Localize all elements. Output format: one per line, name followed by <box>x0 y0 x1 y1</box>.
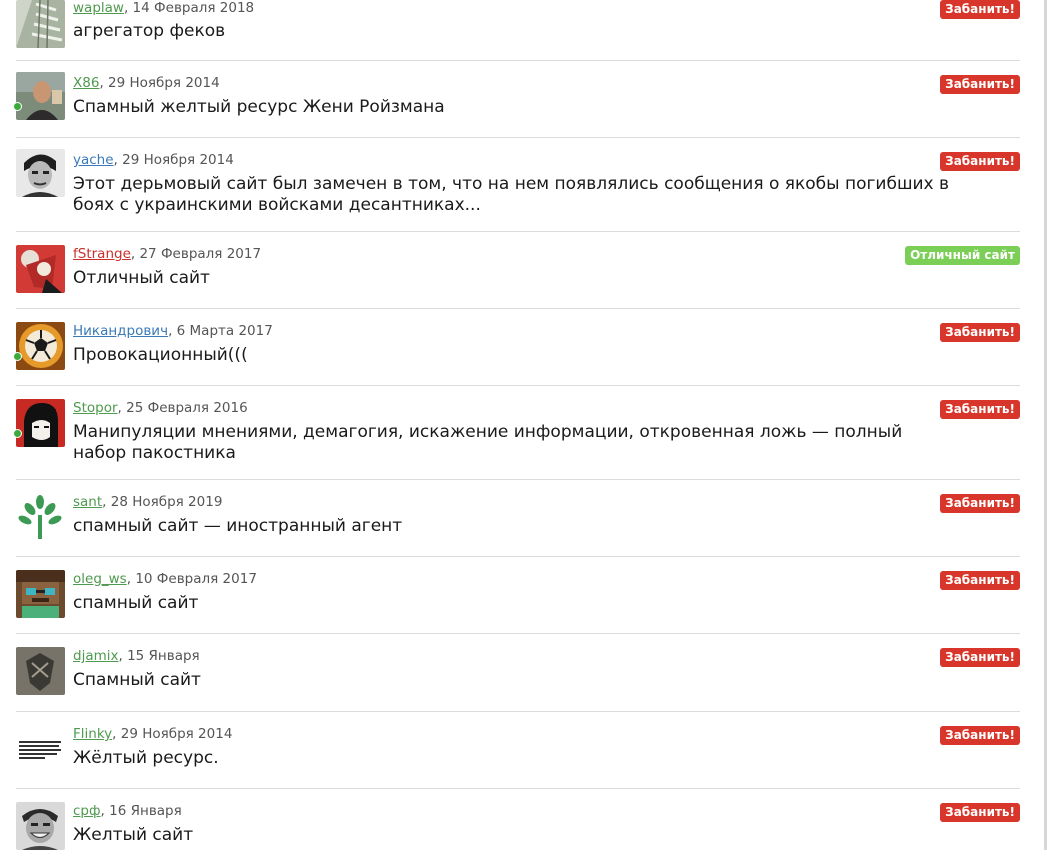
tree-logo-icon <box>16 493 65 541</box>
review-date: 15 Января <box>127 648 200 664</box>
avatar[interactable] <box>16 245 65 293</box>
review-item: djamix, 15 Января Спамный сайт Забанить! <box>16 634 1020 712</box>
good-badge[interactable]: Отличный сайт <box>905 246 1020 265</box>
avatar[interactable] <box>16 725 65 773</box>
username-link[interactable]: Flinky <box>73 726 112 742</box>
ban-badge[interactable]: Забанить! <box>940 803 1020 822</box>
avatar[interactable] <box>16 72 65 120</box>
review-text: спамный сайт <box>73 593 199 613</box>
avatar[interactable] <box>16 493 65 541</box>
avatar[interactable] <box>16 149 65 197</box>
avatar[interactable] <box>16 802 65 850</box>
username-link[interactable]: oleg_ws <box>73 571 127 587</box>
username-link[interactable]: sant <box>73 494 102 510</box>
avatar[interactable] <box>16 399 65 447</box>
review-date: 14 Февраля 2018 <box>132 0 255 16</box>
che-portrait-icon <box>16 399 65 447</box>
ban-badge[interactable]: Забанить! <box>940 152 1020 171</box>
avatar[interactable] <box>16 322 65 370</box>
ban-badge[interactable]: Забанить! <box>940 648 1020 667</box>
review-item: Flinky, 29 Ноября 2014 Жёлтый ресурс. За… <box>16 712 1020 789</box>
review-text: Провокационный((( <box>73 345 248 365</box>
review-date: 25 Февраля 2016 <box>126 400 248 416</box>
review-date: 27 Февраля 2017 <box>139 246 262 262</box>
man-photo-icon <box>16 72 65 120</box>
review-date: 10 Февраля 2017 <box>135 571 257 587</box>
review-item: oleg_ws, 10 Февраля 2017 спамный сайт За… <box>16 557 1020 634</box>
review-date: 29 Ноября 2014 <box>122 152 234 168</box>
review-date: 6 Марта 2017 <box>176 323 273 339</box>
red-art-icon <box>16 245 65 293</box>
ban-badge[interactable]: Забанить! <box>940 571 1020 590</box>
username-link[interactable]: waplaw <box>73 0 124 16</box>
review-text: Манипуляции мнениями, демагогия, искажен… <box>73 422 903 463</box>
review-date: 28 Ноября 2019 <box>110 494 223 510</box>
ban-badge[interactable]: Забанить! <box>940 75 1020 94</box>
review-item: sant, 28 Ноября 2019 спамный сайт — инос… <box>16 480 1020 557</box>
username-link[interactable]: djamix <box>73 648 118 664</box>
review-date: 29 Ноября 2014 <box>108 75 220 91</box>
review-date: 16 Января <box>109 803 182 819</box>
ban-badge[interactable]: Забанить! <box>940 494 1020 513</box>
review-list: waplaw, 14 Февраля 2018 агрегатор феков … <box>13 0 1020 865</box>
review-text: агрегатор феков <box>73 21 226 41</box>
football-icon <box>16 322 65 370</box>
username-link[interactable]: fStrange <box>73 246 131 262</box>
review-text: спамный сайт — иностранный агент <box>73 516 403 536</box>
review-text: Жёлтый ресурс. <box>73 748 219 768</box>
ban-badge[interactable]: Забанить! <box>940 726 1020 745</box>
review-item: fStrange, 27 Февраля 2017 Отличный сайт … <box>16 232 1020 309</box>
building-photo-icon <box>16 0 65 48</box>
review-text: Спамный желтый ресурс Жени Ройзмана <box>73 97 445 117</box>
username-link[interactable]: X86 <box>73 75 99 91</box>
review-text: Этот дерьмовый сайт был замечен в том, ч… <box>73 174 950 215</box>
review-date: 29 Ноября 2014 <box>120 726 233 742</box>
review-item: waplaw, 14 Февраля 2018 агрегатор феков … <box>16 0 1020 61</box>
username-link[interactable]: yache <box>73 152 114 168</box>
username-link[interactable]: срф <box>73 803 101 819</box>
review-item: yache, 29 Ноября 2014 Этот дерьмовый сай… <box>16 138 1020 232</box>
review-text: Отличный сайт <box>73 268 210 288</box>
grinning-man-photo-icon <box>16 802 65 850</box>
ban-badge[interactable]: Забанить! <box>940 0 1020 19</box>
avatar[interactable] <box>16 570 65 618</box>
review-item: Stopor, 25 Февраля 2016 Манипуляции мнен… <box>13 386 1020 480</box>
review-item: срф, 16 Января Желтый сайт Забанить! <box>16 789 1020 865</box>
ban-badge[interactable]: Забанить! <box>940 323 1020 342</box>
bw-face-photo-icon <box>16 149 65 197</box>
ban-badge[interactable]: Забанить! <box>940 400 1020 419</box>
online-indicator <box>13 429 22 438</box>
review-text: Желтый сайт <box>73 825 194 845</box>
dark-emblem-icon <box>16 647 65 695</box>
online-indicator <box>13 352 22 361</box>
review-item: X86, 29 Ноября 2014 Спамный желтый ресур… <box>13 61 1020 138</box>
text-image-icon <box>16 725 65 773</box>
username-link[interactable]: Stopor <box>73 400 118 416</box>
pixel-character-icon <box>16 570 65 618</box>
avatar[interactable] <box>16 647 65 695</box>
review-item: Никандрович, 6 Марта 2017 Провокационный… <box>13 309 1020 386</box>
username-link[interactable]: Никандрович <box>73 323 168 339</box>
review-text: Спамный сайт <box>73 670 201 690</box>
avatar[interactable] <box>16 0 65 48</box>
online-indicator <box>13 102 22 111</box>
